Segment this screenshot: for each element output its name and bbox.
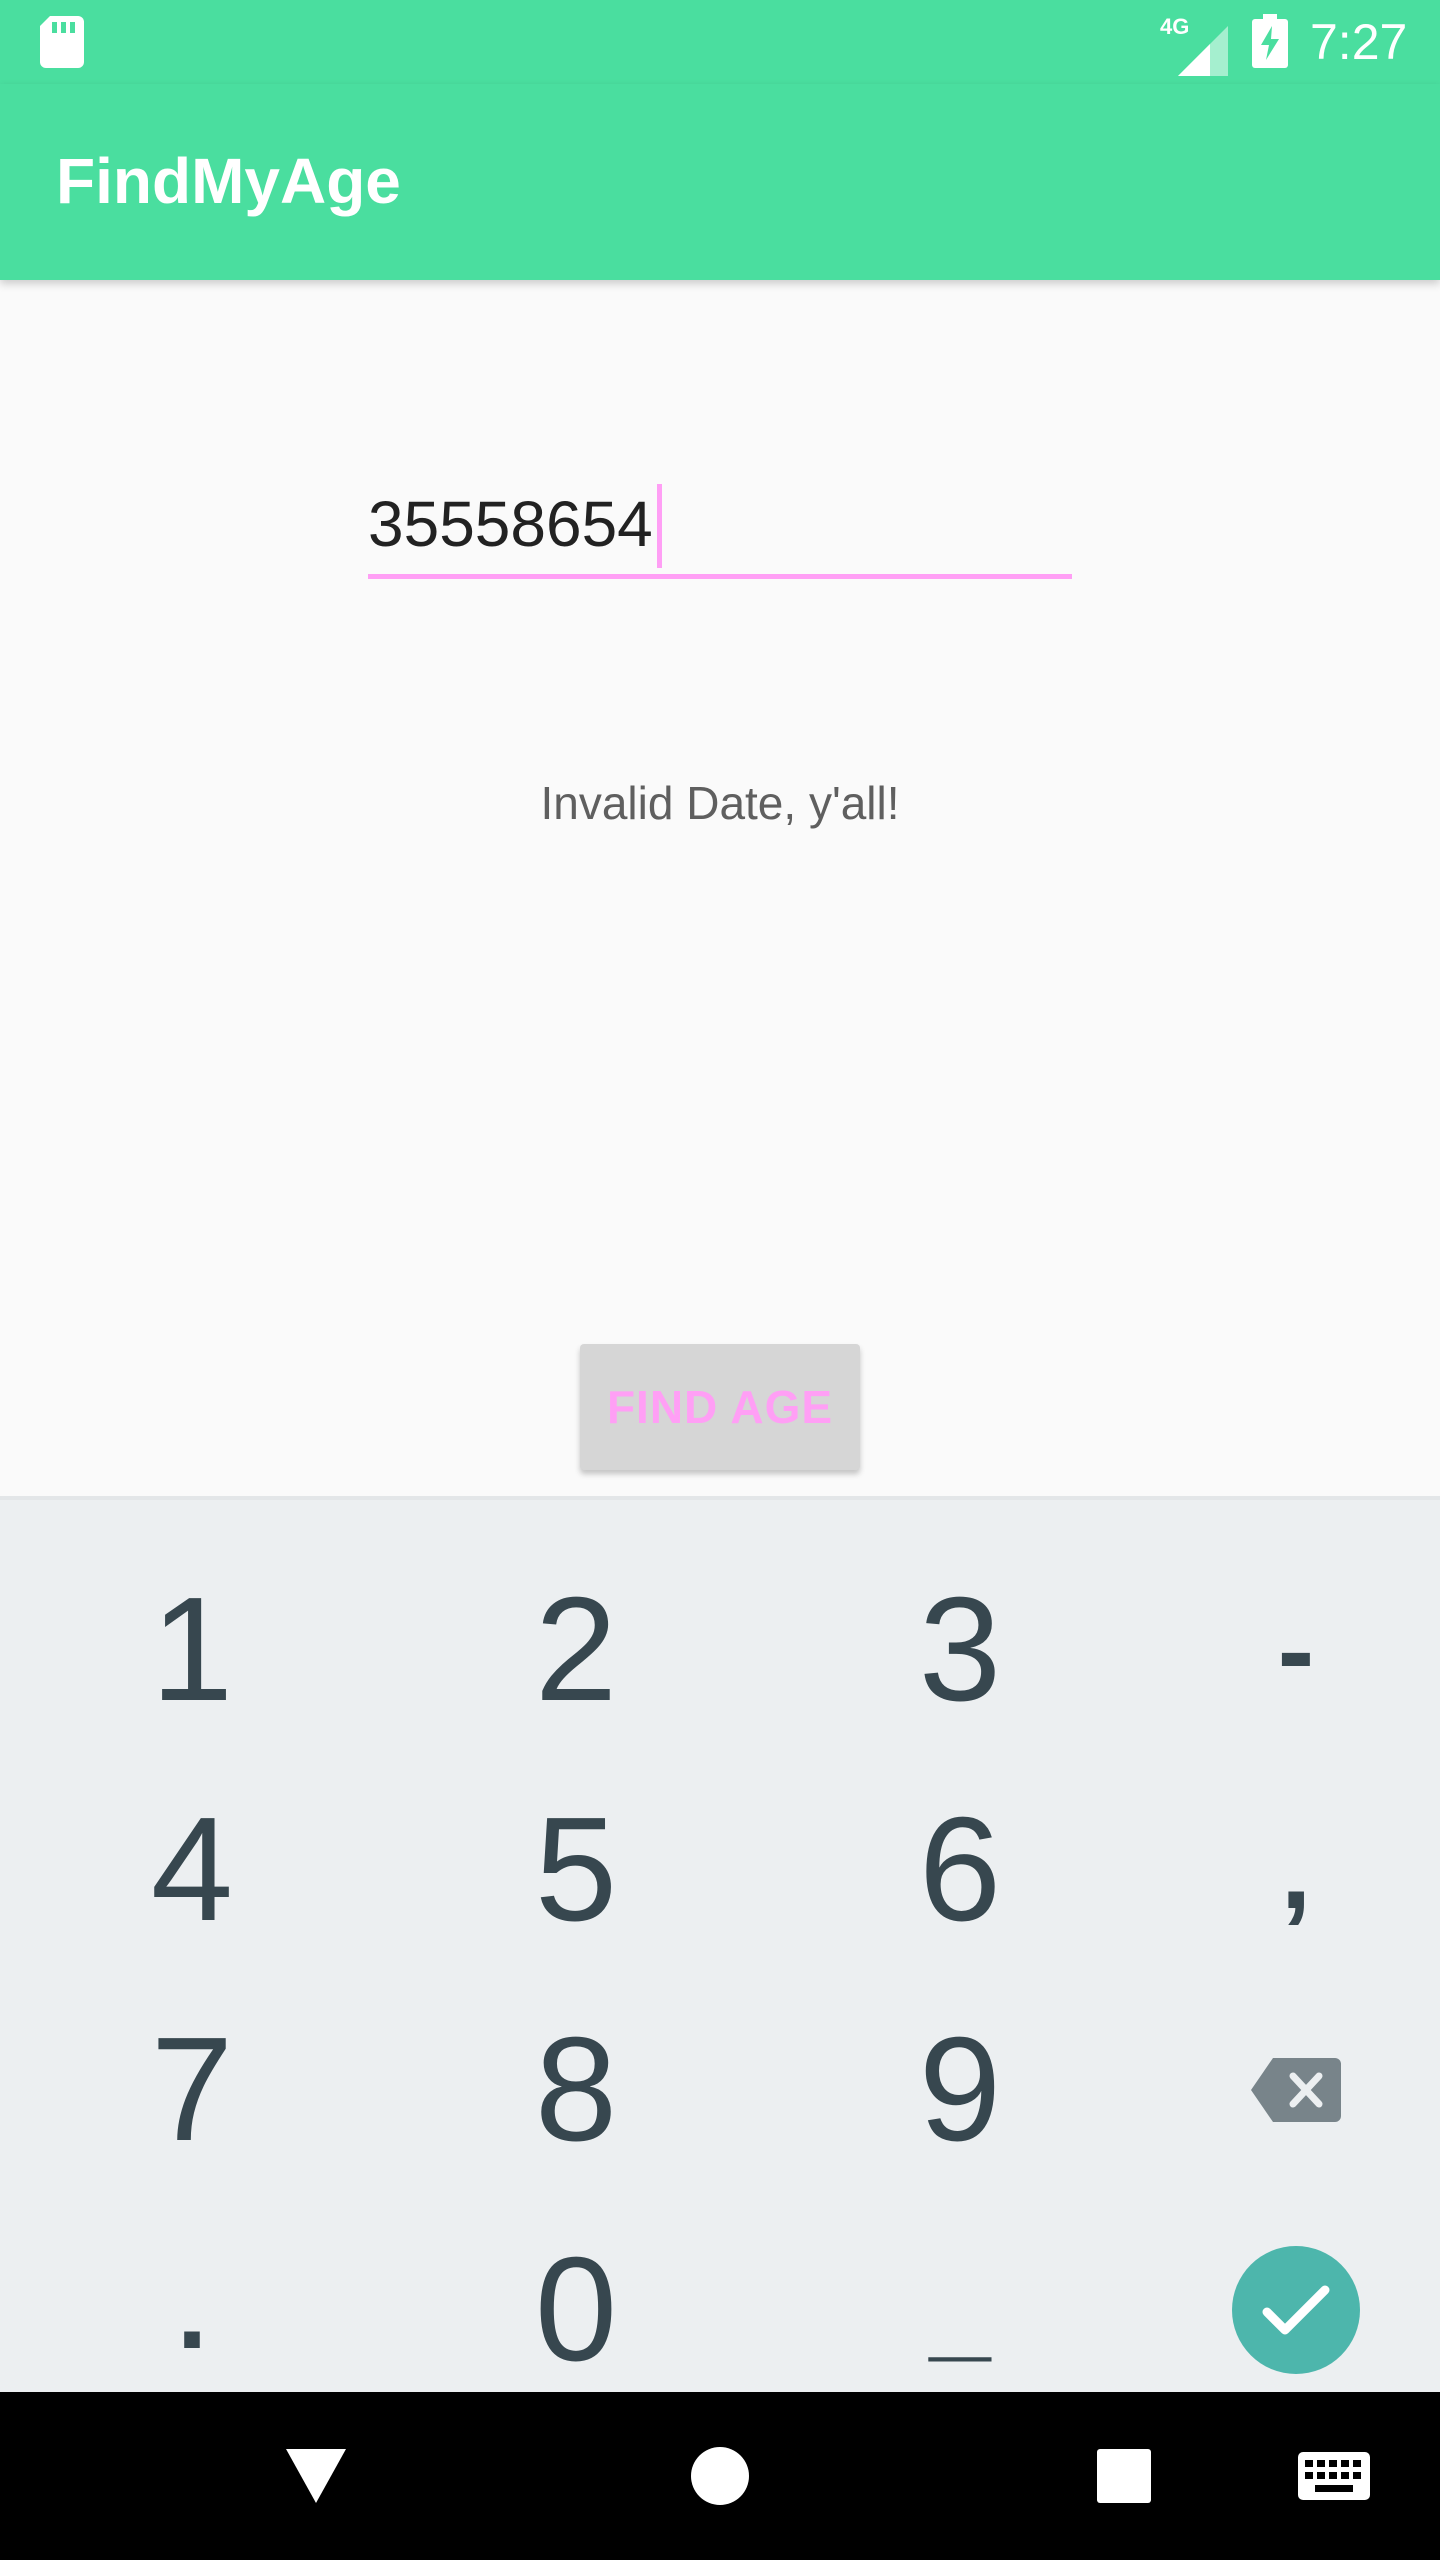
- result-message: Invalid Date, y'all!: [540, 777, 900, 829]
- sd-card-icon: [40, 16, 84, 68]
- home-button[interactable]: [680, 2436, 760, 2516]
- key-5[interactable]: 5: [396, 1760, 756, 1980]
- status-bar: 4G 7:27: [0, 0, 1440, 84]
- date-input-container: [368, 468, 1072, 584]
- key-period[interactable]: .: [12, 2200, 372, 2420]
- key-6[interactable]: 6: [780, 1760, 1140, 1980]
- recents-icon: [1097, 2449, 1151, 2503]
- app-bar: FindMyAge: [0, 84, 1440, 280]
- battery-charging-icon: [1252, 14, 1288, 68]
- numeric-keyboard: 1 2 3 - 4 5 6 , 7 8 9 . 0 _: [0, 1496, 1440, 2392]
- key-7[interactable]: 7: [12, 1980, 372, 2200]
- key-comma[interactable]: ,: [1116, 1760, 1440, 1980]
- home-icon: [691, 2447, 749, 2505]
- backspace-key[interactable]: [1116, 1980, 1440, 2200]
- back-button[interactable]: [276, 2436, 356, 2516]
- input-underline: [368, 574, 1072, 579]
- key-2[interactable]: 2: [396, 1540, 756, 1760]
- key-9[interactable]: 9: [780, 1980, 1140, 2200]
- keyboard-switch-icon: [1298, 2452, 1370, 2500]
- confirm-button[interactable]: [1232, 2246, 1360, 2374]
- network-indicator: 4G: [1160, 14, 1230, 76]
- key-4[interactable]: 4: [12, 1760, 372, 1980]
- find-age-button[interactable]: FIND AGE: [580, 1344, 860, 1470]
- app-title: FindMyAge: [56, 145, 401, 217]
- status-clock: 7:27: [1310, 14, 1408, 70]
- key-space[interactable]: _: [780, 2200, 1140, 2420]
- confirm-key[interactable]: [1116, 2200, 1440, 2420]
- navigation-bar: [0, 2392, 1440, 2560]
- key-0[interactable]: 0: [396, 2200, 756, 2420]
- backspace-icon: [1251, 2058, 1341, 2122]
- key-1[interactable]: 1: [12, 1540, 372, 1760]
- key-8[interactable]: 8: [396, 1980, 756, 2200]
- back-icon: [286, 2449, 346, 2503]
- recents-button[interactable]: [1084, 2436, 1164, 2516]
- keyboard-switch-button[interactable]: [1294, 2436, 1374, 2516]
- signal-icon: [1178, 26, 1228, 76]
- confirm-icon: [1262, 2285, 1330, 2335]
- key-3[interactable]: 3: [780, 1540, 1140, 1760]
- date-input[interactable]: [368, 476, 1072, 572]
- text-cursor: [657, 484, 662, 568]
- key-dash[interactable]: -: [1116, 1540, 1440, 1760]
